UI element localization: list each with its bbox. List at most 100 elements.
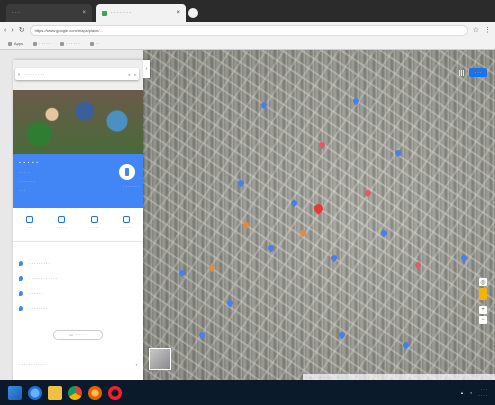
add-label-button[interactable]: ▭ · · · · · · bbox=[53, 330, 103, 340]
map-pin-icon[interactable] bbox=[413, 260, 423, 270]
missing-info-row[interactable]: · · · · · · · · · · · › bbox=[19, 362, 137, 367]
browser-tab[interactable]: · · · × bbox=[6, 4, 92, 22]
maps-favicon-icon bbox=[102, 10, 107, 16]
label-icon bbox=[19, 306, 23, 311]
map-pin-icon[interactable] bbox=[236, 178, 246, 188]
label-row[interactable]: · · · · · · · · bbox=[13, 301, 143, 316]
nearby-icon bbox=[58, 216, 66, 223]
map-footer: · · · · · · · · · · · · · · · · · · · · bbox=[303, 374, 495, 380]
map-pin-icon[interactable] bbox=[259, 100, 269, 110]
clock[interactable]: · · · · · · · bbox=[478, 387, 487, 399]
url-text: https://www.google.com/maps/place/... bbox=[34, 27, 103, 33]
send-to-phone-button[interactable]: · · · · · bbox=[81, 212, 107, 241]
satellite-map[interactable]: · · · ◎ + − · · · · · · · · · · · · · · … bbox=[143, 50, 495, 380]
map-pin-icon[interactable] bbox=[317, 140, 327, 150]
bookmark-icon bbox=[33, 41, 38, 46]
menu-icon[interactable]: ≡ bbox=[18, 72, 20, 77]
collapse-panel-button[interactable]: ‹ bbox=[143, 60, 150, 78]
layers-toggle-button[interactable] bbox=[149, 348, 171, 370]
close-icon[interactable]: × bbox=[82, 10, 86, 16]
address-row[interactable]: · · · · · · · · · bbox=[13, 256, 143, 271]
search-value: · · · · · · · · · bbox=[23, 71, 45, 77]
save-button[interactable]: · · · bbox=[16, 212, 42, 241]
place-info-list: · · · · · · · · · · · · · · · · · · · · … bbox=[13, 256, 143, 316]
pluscode-icon bbox=[19, 276, 23, 281]
chrome-icon[interactable] bbox=[68, 385, 82, 400]
back-icon[interactable]: ‹ bbox=[4, 27, 6, 34]
share-button[interactable]: · · · · · bbox=[114, 212, 140, 241]
map-pin-icon[interactable] bbox=[329, 253, 339, 263]
address-bar[interactable]: https://www.google.com/maps/place/... bbox=[29, 24, 468, 36]
close-icon[interactable]: × bbox=[176, 10, 180, 16]
firefox-icon[interactable] bbox=[88, 385, 102, 400]
internet-explorer-icon[interactable] bbox=[28, 385, 42, 400]
search-icon[interactable]: ⌕ bbox=[128, 72, 130, 77]
map-pin-icon[interactable] bbox=[177, 268, 187, 278]
chevron-right-icon: › bbox=[135, 362, 137, 367]
pluscode-row[interactable]: · · · · · · · · · · · · bbox=[13, 271, 143, 286]
nearby-button[interactable]: · · · · · bbox=[49, 212, 75, 241]
map-pin-icon[interactable] bbox=[363, 188, 373, 198]
map-pin-icon[interactable] bbox=[351, 96, 361, 106]
label-icon: ▭ bbox=[69, 333, 73, 337]
zoom-in-button[interactable]: + bbox=[479, 306, 487, 314]
phone-row[interactable]: · · · · · · bbox=[13, 286, 143, 301]
search-input[interactable]: ≡ · · · · · · · · · ⌕ × bbox=[15, 68, 139, 80]
map-pin-icon[interactable] bbox=[401, 340, 411, 350]
phone-icon bbox=[90, 216, 98, 223]
bookmark-item[interactable]: · · · · · bbox=[33, 41, 50, 46]
map-pin-icon[interactable] bbox=[459, 253, 469, 263]
map-pin-icon[interactable] bbox=[298, 228, 308, 238]
location-icon bbox=[19, 261, 23, 266]
map-pin-icon[interactable] bbox=[266, 243, 276, 253]
directions-label: · · · · · · · bbox=[123, 184, 139, 189]
place-photo[interactable] bbox=[13, 88, 143, 154]
bookmark-icon bbox=[89, 41, 94, 46]
tab-label: · · · · · · · bbox=[111, 10, 131, 16]
start-menu-icon[interactable] bbox=[8, 385, 22, 400]
map-pin-icon[interactable] bbox=[241, 220, 251, 230]
forward-icon[interactable]: › bbox=[11, 27, 13, 34]
browser-tab-active[interactable]: · · · · · · · × bbox=[96, 4, 186, 22]
map-pin-icon[interactable] bbox=[207, 263, 217, 273]
compass-icon[interactable]: ◎ bbox=[479, 278, 487, 286]
map-pin-icon[interactable] bbox=[197, 330, 207, 340]
map-pin-icon[interactable] bbox=[337, 330, 347, 340]
apps-grid-icon[interactable] bbox=[459, 70, 465, 76]
bookmark-item[interactable]: · · · · · · bbox=[60, 41, 80, 46]
taskbar: ▲ ◖ · · · · · · · bbox=[0, 380, 495, 405]
volume-icon[interactable]: ◖ bbox=[470, 390, 472, 395]
menu-icon[interactable]: ⋮ bbox=[484, 26, 491, 34]
place-type: · · · bbox=[19, 188, 26, 193]
map-pin-icon[interactable] bbox=[289, 198, 299, 208]
bookmark-star-icon[interactable]: ☆ bbox=[473, 26, 479, 34]
new-tab-button[interactable] bbox=[188, 8, 198, 18]
zoom-out-button[interactable]: − bbox=[479, 316, 487, 324]
reload-icon[interactable]: ↻ bbox=[19, 26, 25, 34]
save-icon bbox=[25, 216, 33, 223]
street-view-pegman-icon[interactable] bbox=[479, 288, 487, 300]
sign-in-button[interactable]: · · · bbox=[469, 68, 487, 77]
directions-icon[interactable] bbox=[119, 164, 135, 180]
map-pin-icon[interactable] bbox=[379, 228, 389, 238]
place-rating: · · · · · · · bbox=[19, 179, 35, 184]
browser-tabbar: · · · × · · · · · · · × bbox=[0, 0, 495, 22]
bookmark-icon bbox=[60, 41, 65, 46]
place-actions: · · · · · · · · · · · · · · · · · · bbox=[13, 212, 143, 242]
map-pin-icon[interactable] bbox=[393, 148, 403, 158]
selected-place-pin-icon[interactable] bbox=[312, 202, 325, 215]
bookmarks-bar: Apps · · · · · · · · · · · · · bbox=[0, 38, 495, 50]
search-box-area: ≡ · · · · · · · · · ⌕ × bbox=[13, 60, 143, 90]
tab-label: · · · bbox=[12, 10, 20, 16]
file-explorer-icon[interactable] bbox=[48, 385, 62, 400]
apps-icon bbox=[8, 41, 12, 46]
share-icon bbox=[123, 216, 131, 223]
bookmark-item[interactable]: Apps bbox=[8, 41, 23, 46]
opera-icon[interactable] bbox=[108, 385, 122, 400]
system-tray: ▲ ◖ · · · · · · · bbox=[460, 387, 487, 399]
browser-toolbar: ‹ › ↻ https://www.google.com/maps/place/… bbox=[0, 22, 495, 38]
network-icon[interactable]: ▲ bbox=[460, 390, 464, 395]
close-icon[interactable]: × bbox=[134, 72, 136, 77]
map-pin-icon[interactable] bbox=[225, 298, 235, 308]
bookmark-item[interactable]: · · bbox=[89, 41, 100, 46]
